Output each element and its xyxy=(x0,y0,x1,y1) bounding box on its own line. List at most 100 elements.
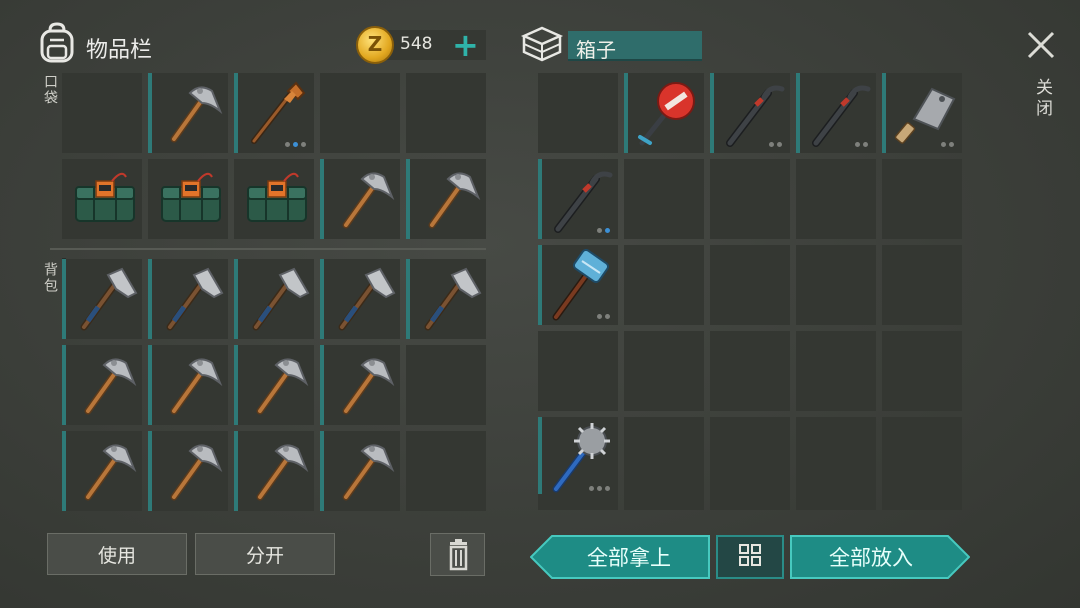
container-slot[interactable] xyxy=(796,331,876,411)
coin-balance: Z 548 + xyxy=(356,26,486,64)
container-slot[interactable] xyxy=(538,245,618,325)
backpack-slot[interactable] xyxy=(148,431,228,511)
pocket-slot[interactable] xyxy=(406,159,486,239)
backpack-slot[interactable] xyxy=(234,345,314,425)
pocket-label: 口袋 xyxy=(42,74,58,106)
add-coins-button[interactable]: + xyxy=(452,26,479,64)
pocket-slot[interactable] xyxy=(406,73,486,153)
backpack-slot[interactable] xyxy=(234,259,314,339)
container-slot[interactable] xyxy=(710,417,790,497)
backpack-slot[interactable] xyxy=(320,259,400,339)
sledgehammer-icon xyxy=(552,249,610,321)
pickaxe-icon xyxy=(170,358,223,415)
explosive-pack-icon xyxy=(161,172,221,222)
backpack-slot[interactable] xyxy=(234,431,314,511)
backpack-slot[interactable] xyxy=(406,345,486,425)
container-slot[interactable] xyxy=(538,73,618,153)
container-slot[interactable] xyxy=(796,417,876,497)
item-level-dots xyxy=(941,142,954,147)
close-label[interactable]: 关闭 xyxy=(1030,78,1055,120)
container-slot[interactable] xyxy=(796,159,876,239)
durability-bar xyxy=(148,431,152,511)
container-slot[interactable] xyxy=(538,331,618,411)
backpack-slot[interactable] xyxy=(62,345,142,425)
pickaxe-icon xyxy=(428,172,481,229)
hatchet-icon xyxy=(80,267,138,331)
put-all-label: 全部放入 xyxy=(829,546,913,570)
container-slot[interactable] xyxy=(796,245,876,325)
item-level-dots xyxy=(597,228,610,233)
container-slot[interactable] xyxy=(882,245,962,325)
container-slot[interactable] xyxy=(710,331,790,411)
durability-bar xyxy=(624,73,628,153)
pickaxe-icon xyxy=(342,172,395,229)
pocket-slot[interactable] xyxy=(320,159,400,239)
item-level-dots xyxy=(855,142,868,147)
container-slot[interactable] xyxy=(882,73,962,153)
pocket-slot[interactable] xyxy=(62,159,142,239)
section-divider xyxy=(50,248,486,250)
durability-bar xyxy=(538,417,542,497)
container-slot[interactable] xyxy=(710,159,790,239)
backpack-slot[interactable] xyxy=(148,345,228,425)
pickaxe-icon xyxy=(256,358,309,415)
coin-icon: Z xyxy=(356,26,394,64)
durability-bar xyxy=(234,345,238,425)
durability-bar xyxy=(234,73,238,153)
pickaxe-icon xyxy=(342,444,395,501)
pickaxe-icon xyxy=(256,444,309,501)
use-button[interactable]: 使用 xyxy=(47,533,187,575)
crowbar-icon xyxy=(554,171,613,233)
backpack-slot[interactable] xyxy=(406,259,486,339)
take-all-button[interactable]: 全部拿上 xyxy=(530,535,710,579)
durability-bar xyxy=(148,345,152,425)
durability-bar xyxy=(62,431,66,511)
durability-bar xyxy=(538,159,542,239)
pocket-slot[interactable] xyxy=(62,73,142,153)
crowbar-icon xyxy=(726,85,785,147)
container-slot[interactable] xyxy=(710,245,790,325)
container-slot[interactable] xyxy=(796,73,876,153)
container-slot[interactable] xyxy=(710,73,790,153)
container-slot[interactable] xyxy=(624,331,704,411)
close-icon[interactable] xyxy=(1026,30,1056,60)
container-slot[interactable] xyxy=(624,159,704,239)
container-name: 箱子 xyxy=(576,38,616,62)
put-all-button[interactable]: 全部放入 xyxy=(790,535,970,579)
backpack-slot[interactable] xyxy=(320,431,400,511)
pickaxe-icon xyxy=(342,358,395,415)
durability-bar xyxy=(710,73,714,153)
durability-bar xyxy=(406,159,410,239)
container-slot[interactable] xyxy=(624,245,704,325)
durability-bar xyxy=(320,345,324,425)
container-slot[interactable] xyxy=(538,417,618,497)
explosive-pack-icon xyxy=(247,172,307,222)
grid-icon xyxy=(739,544,761,566)
backpack-slot[interactable] xyxy=(62,259,142,339)
split-button[interactable]: 分开 xyxy=(195,533,335,575)
backpack-icon xyxy=(40,22,74,63)
pocket-slot[interactable] xyxy=(320,73,400,153)
backpack-slot[interactable] xyxy=(320,345,400,425)
durability-bar xyxy=(62,259,66,339)
container-slot[interactable] xyxy=(538,159,618,239)
container-slot[interactable] xyxy=(624,417,704,497)
backpack-slot[interactable] xyxy=(406,431,486,511)
pocket-slot[interactable] xyxy=(234,159,314,239)
container-slot[interactable] xyxy=(882,331,962,411)
container-grid-next-row xyxy=(538,494,962,510)
container-slot[interactable] xyxy=(882,417,962,497)
pocket-slot[interactable] xyxy=(148,73,228,153)
spiked-mace-icon xyxy=(552,423,610,493)
delete-button[interactable] xyxy=(430,533,485,576)
pocket-slot[interactable] xyxy=(234,73,314,153)
item-level-dots xyxy=(589,486,610,491)
backpack-slot[interactable] xyxy=(148,259,228,339)
pocket-slot[interactable] xyxy=(148,159,228,239)
sort-button[interactable] xyxy=(716,535,784,579)
backpack-slot[interactable] xyxy=(62,431,142,511)
durability-bar xyxy=(234,259,238,339)
container-slot[interactable] xyxy=(624,73,704,153)
durability-bar xyxy=(62,345,66,425)
container-slot[interactable] xyxy=(882,159,962,239)
